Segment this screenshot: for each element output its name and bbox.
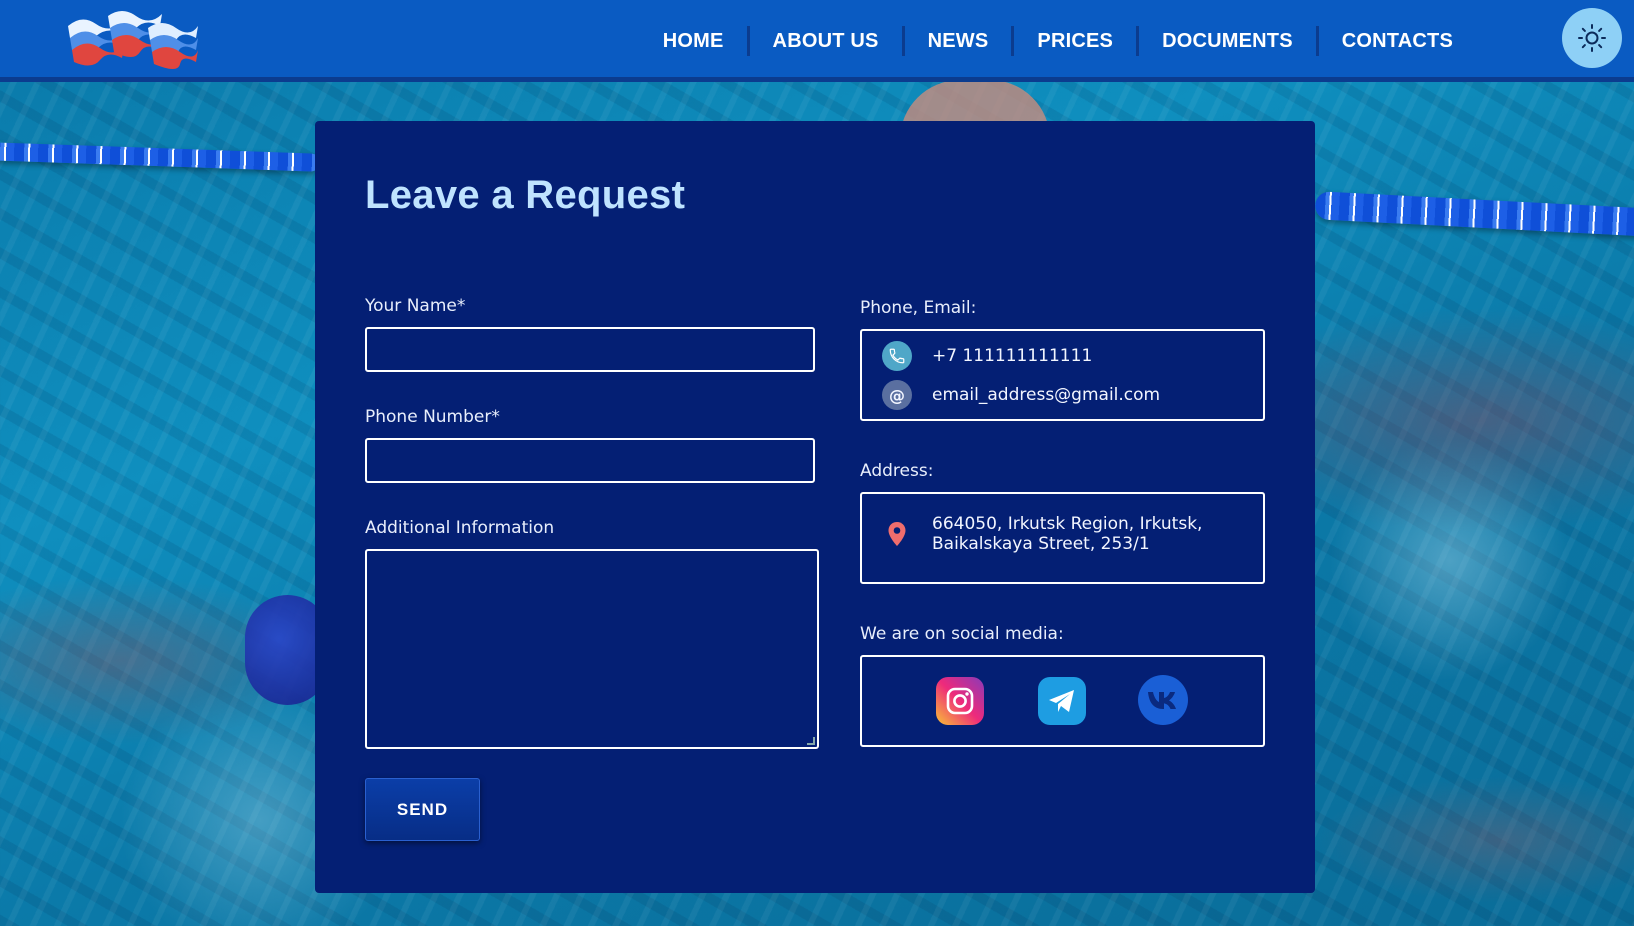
site-header: HOME ABOUT US NEWS PRICES DOCUMENTS CONT… [0, 0, 1634, 82]
phone-field [365, 438, 815, 483]
at-icon: @ [882, 380, 912, 410]
name-field [365, 327, 815, 372]
phone-email-box: +7 111111111111 @ email_address@gmail.co… [860, 329, 1265, 421]
address-line-1: 664050, Irkutsk Region, Irkutsk, [932, 514, 1203, 534]
form-title: Leave a Request [365, 173, 686, 217]
request-form-card: Leave a Request Your Name* Phone Number*… [315, 121, 1315, 893]
address-row[interactable]: 664050, Irkutsk Region, Irkutsk, Baikals… [882, 514, 1202, 554]
sun-icon [1578, 24, 1606, 52]
theme-toggle-button[interactable] [1562, 8, 1622, 68]
instagram-icon[interactable] [936, 677, 984, 725]
logo-flags-icon [68, 11, 198, 69]
nav-documents[interactable]: DOCUMENTS [1136, 26, 1316, 56]
address-box: 664050, Irkutsk Region, Irkutsk, Baikals… [860, 492, 1265, 584]
address-label: Address: [860, 461, 934, 481]
nav-news[interactable]: NEWS [901, 26, 1012, 56]
info-field [365, 549, 819, 749]
send-button[interactable]: SEND [365, 778, 480, 841]
nav-home[interactable]: HOME [640, 26, 747, 56]
nav-prices[interactable]: PRICES [1011, 26, 1136, 56]
email-text: email_address@gmail.com [932, 385, 1161, 405]
address-line-2: Baikalskaya Street, 253/1 [932, 534, 1150, 554]
phone-text: +7 111111111111 [932, 346, 1093, 366]
logo-flags[interactable] [62, 6, 202, 76]
phone-label: Phone Number* [365, 407, 500, 427]
email-row[interactable]: @ email_address@gmail.com [882, 380, 1160, 410]
location-pin-icon [882, 519, 912, 549]
textarea-resize-handle[interactable] [807, 737, 815, 745]
lane-rope-right [1314, 191, 1634, 237]
phone-icon [882, 341, 912, 371]
social-label: We are on social media: [860, 624, 1064, 644]
name-input[interactable] [367, 329, 813, 370]
info-label: Additional Information [365, 518, 555, 538]
name-label: Your Name* [365, 296, 466, 316]
lane-rope-left [0, 142, 321, 172]
social-box [860, 655, 1265, 747]
main-nav: HOME ABOUT US NEWS PRICES DOCUMENTS CONT… [640, 0, 1476, 82]
info-textarea[interactable] [367, 551, 817, 747]
vk-icon[interactable] [1138, 675, 1188, 725]
address-text: 664050, Irkutsk Region, Irkutsk, Baikals… [932, 514, 1202, 554]
telegram-icon[interactable] [1038, 677, 1086, 725]
phone-input[interactable] [367, 440, 813, 481]
phone-email-label: Phone, Email: [860, 298, 977, 318]
nav-about-us[interactable]: ABOUT US [746, 26, 902, 56]
phone-row[interactable]: +7 111111111111 [882, 341, 1092, 371]
nav-contacts[interactable]: CONTACTS [1315, 26, 1476, 56]
